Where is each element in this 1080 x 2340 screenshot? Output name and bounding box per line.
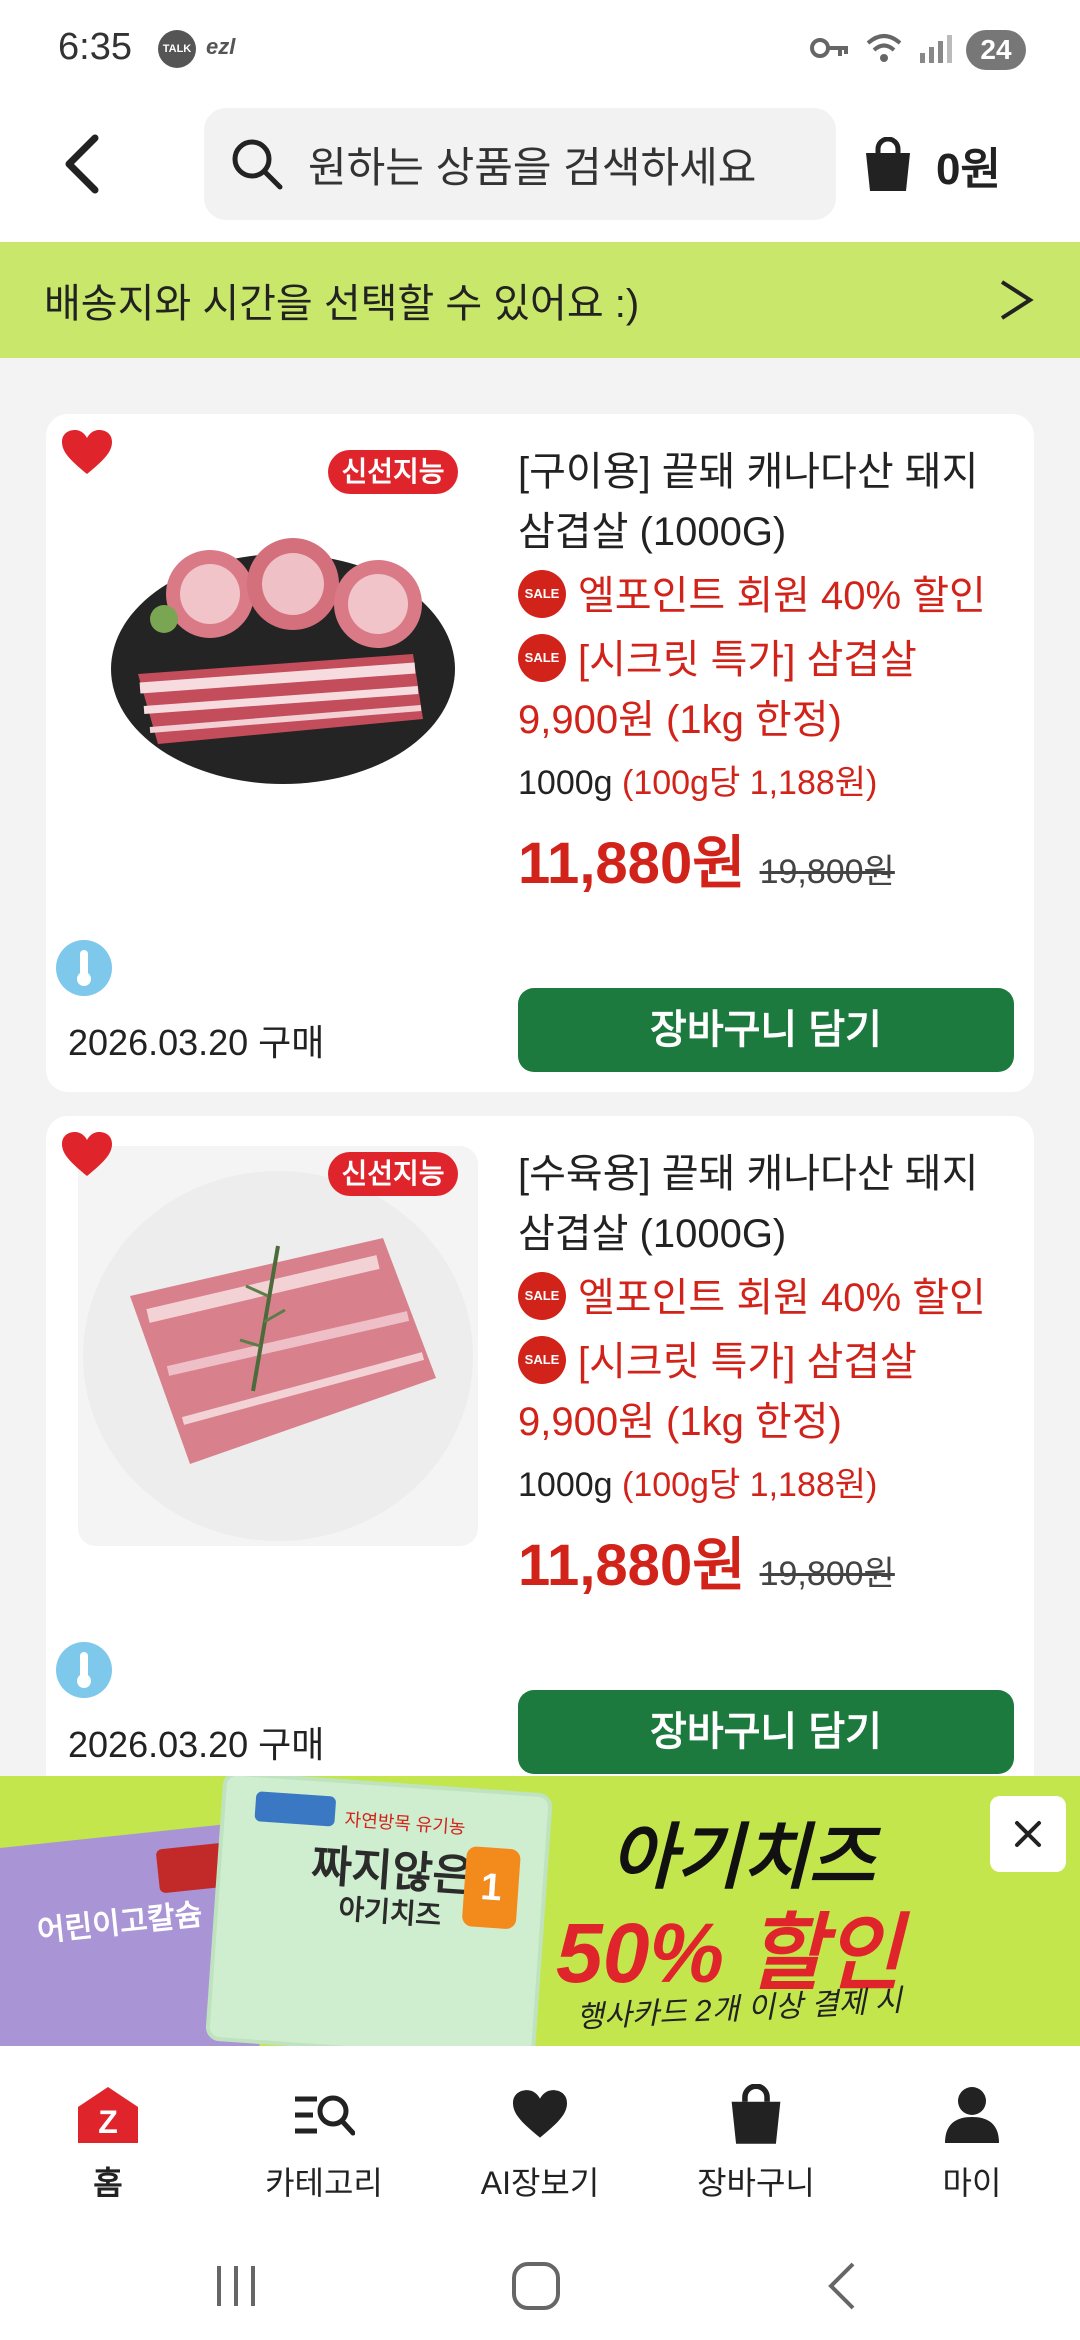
promo-line: SALE 엘포인트 회원 40% 할인	[518, 1268, 1014, 1328]
add-to-cart-button[interactable]: 장바구니 담기	[518, 1690, 1014, 1774]
back-chevron-icon	[828, 2262, 855, 2310]
product-weight: 1000g	[518, 764, 613, 802]
category-search-icon	[293, 2082, 355, 2148]
sale-icon: SALE	[518, 1272, 566, 1321]
nav-item-my[interactable]: 마이	[864, 2046, 1080, 2224]
promo-text: 엘포인트 회원 40% 할인	[578, 1276, 986, 1320]
product-info: [수육용] 끝돼 캐나다산 돼지 삼겹살 (1000G) SALE 엘포인트 회원…	[518, 1144, 1014, 1598]
promo-text: 엘포인트 회원 40% 할인	[578, 574, 986, 618]
add-to-cart-button[interactable]: 장바구니 담기	[518, 988, 1014, 1072]
signal-icon	[918, 33, 952, 68]
status-time: 6:35	[58, 26, 132, 68]
search-icon	[232, 139, 283, 190]
sale-icon: SALE	[518, 1336, 566, 1385]
original-price: 19,800원	[759, 1555, 895, 1593]
fresh-intelligence-badge: 신선지능	[328, 1152, 458, 1196]
baby-cheese-package-image: 자연방목 유기농 짜지않은 아기치즈 1	[204, 1776, 554, 2046]
product-info: [구이용] 끝돼 캐나다산 돼지 삼겹살 (1000G) SALE 엘포인트 회원…	[518, 442, 1014, 896]
delivery-banner-text: 배송지와 시간을 선택할 수 있어요 :)	[44, 282, 640, 326]
wifi-icon	[864, 31, 904, 70]
nav-label: 홈	[93, 2165, 123, 2201]
close-icon	[1015, 1821, 1041, 1847]
unit-price: (100g당 1,188원)	[622, 1466, 878, 1504]
nav-label: 장바구니	[697, 2165, 815, 2201]
promo-line: SALE [시크릿 특가] 삼겹살 9,900원 (1kg 한정)	[518, 1332, 1014, 1452]
favorite-heart-icon[interactable]	[60, 428, 114, 478]
original-price: 19,800원	[759, 853, 895, 891]
nav-item-home[interactable]: Z 홈	[0, 2046, 216, 2224]
product-title[interactable]: [구이용] 끝돼 캐나다산 돼지 삼겹살 (1000G)	[518, 442, 1014, 562]
promo-text: [시크릿 특가] 삼겹살 9,900원 (1kg 한정)	[518, 638, 917, 742]
product-card[interactable]: 신선지능 2026.03.20 구매 [구이용] 끝돼 캐나다산 돼지 삼겹살 …	[46, 414, 1034, 1092]
unit-line: 1000g (100g당 1,188원)	[518, 1458, 1014, 1512]
sale-icon: SALE	[518, 570, 566, 619]
promo-line: SALE 엘포인트 회원 40% 할인	[518, 566, 1014, 626]
cart-summary-button[interactable]: 0원	[862, 130, 1001, 200]
recent-apps-button[interactable]	[206, 2258, 266, 2314]
nav-item-category[interactable]: 카테고리	[216, 2046, 432, 2224]
system-navigation-bar	[0, 2224, 1080, 2340]
app-header: 원하는 상품을 검색하세요 0원	[0, 100, 1080, 242]
nav-item-ai-shopping[interactable]: AI장보기	[432, 2046, 648, 2224]
sale-price: 11,880원	[518, 831, 746, 896]
favorite-heart-icon[interactable]	[60, 1130, 114, 1180]
search-placeholder: 원하는 상품을 검색하세요	[308, 143, 757, 191]
home-icon: Z	[76, 2082, 140, 2148]
pork-belly-boil-image	[78, 1146, 478, 1546]
back-system-button[interactable]	[812, 2258, 872, 2314]
home-logo-letter: Z	[98, 2104, 118, 2140]
product-card[interactable]: 신선지능 2026.03.20 구매 [수육용] 끝돼 캐나다산 돼지 삼겹살 …	[46, 1116, 1034, 1794]
promo-text: [시크릿 특가] 삼겹살 9,900원 (1kg 한정)	[518, 1340, 917, 1444]
purchase-date: 2026.03.20 구매	[68, 1022, 325, 1063]
ezl-notification-icon: ezl	[206, 34, 236, 59]
brand-logo	[254, 1791, 337, 1827]
kakaotalk-notification-icon: TALK	[158, 30, 196, 68]
ad-close-button[interactable]	[990, 1796, 1066, 1872]
shopping-bag-icon	[727, 2082, 785, 2148]
price-line: 11,880원 19,800원	[518, 1518, 1014, 1598]
recent-apps-icon	[217, 2266, 255, 2306]
shopping-bag-icon	[866, 137, 910, 191]
unit-price: (100g당 1,188원)	[622, 764, 878, 802]
sale-price: 11,880원	[518, 1533, 746, 1598]
key-icon	[810, 36, 850, 65]
nav-label: AI장보기	[480, 2165, 600, 2201]
step-badge: 1	[461, 1845, 522, 1930]
bottom-navigation: Z 홈 카테고리 AI장보기 장바구니 마이	[0, 2046, 1080, 2224]
product-weight: 1000g	[518, 1466, 613, 1504]
search-input[interactable]: 원하는 상품을 검색하세요	[204, 108, 836, 220]
heart-icon	[510, 2082, 570, 2148]
pork-belly-grill-image	[78, 444, 478, 844]
product-title[interactable]: [수육용] 끝돼 캐나다산 돼지 삼겹살 (1000G)	[518, 1144, 1014, 1264]
thermometer-icon	[56, 1642, 112, 1698]
status-bar: 6:35 TALK ezl 24	[0, 0, 1080, 100]
purchase-date: 2026.03.20 구매	[68, 1724, 325, 1765]
promo-ad-banner[interactable]: 어린이고칼슘 자연방목 유기농 짜지않은 아기치즈 1 아기치즈 50% 할인 …	[0, 1776, 1080, 2046]
thermometer-icon	[56, 940, 112, 996]
price-line: 11,880원 19,800원	[518, 816, 1014, 896]
unit-line: 1000g (100g당 1,188원)	[518, 756, 1014, 810]
person-icon	[943, 2082, 1001, 2148]
delivery-selection-banner[interactable]: 배송지와 시간을 선택할 수 있어요 :)	[0, 242, 1080, 358]
product-image[interactable]	[78, 1146, 478, 1546]
home-square-icon	[512, 2262, 560, 2310]
cart-total-amount: 0원	[936, 145, 1001, 194]
promo-line: SALE [시크릿 특가] 삼겹살 9,900원 (1kg 한정)	[518, 630, 1014, 750]
back-arrow-icon	[65, 134, 99, 194]
nav-item-cart[interactable]: 장바구니	[648, 2046, 864, 2224]
sale-icon: SALE	[518, 634, 566, 683]
status-indicators: 24	[810, 30, 1026, 70]
nav-label: 마이	[942, 2165, 1002, 2201]
fresh-intelligence-badge: 신선지능	[328, 450, 458, 494]
product-image[interactable]	[78, 444, 478, 844]
nav-label: 카테고리	[265, 2165, 383, 2201]
package-title: 어린이고칼슘	[35, 1898, 204, 1949]
home-system-button[interactable]	[506, 2258, 566, 2314]
back-button[interactable]	[46, 124, 116, 204]
chevron-right-icon	[1000, 280, 1034, 320]
battery-indicator: 24	[966, 30, 1026, 70]
package-subtitle: 아기치즈	[337, 1893, 443, 1932]
